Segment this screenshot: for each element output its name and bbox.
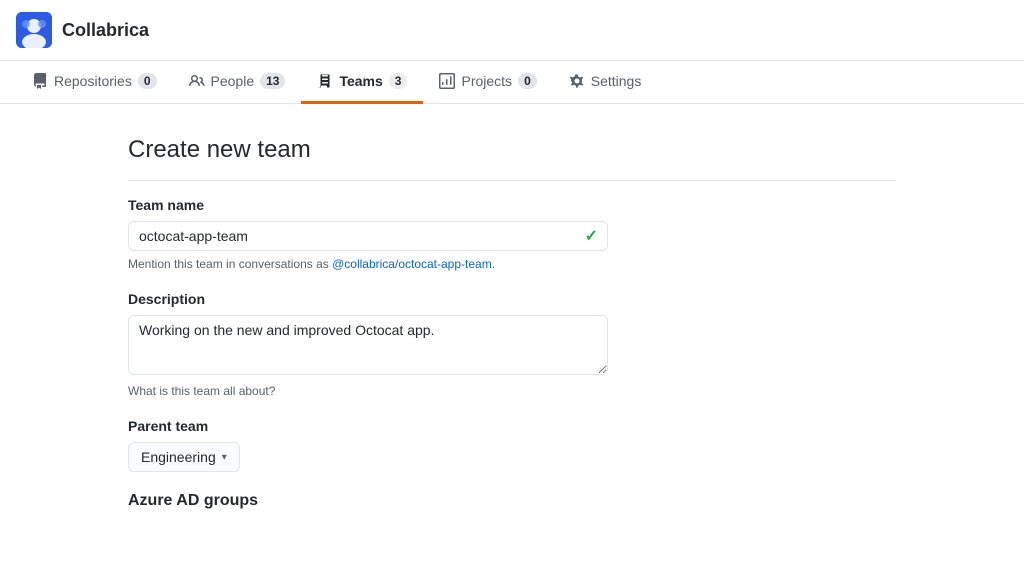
page-title: Create new team (128, 136, 896, 181)
tab-repositories-label: Repositories (54, 73, 132, 89)
team-name-label: Team name (128, 197, 608, 213)
parent-team-group: Parent team Engineering ▾ (128, 418, 608, 472)
description-hint: What is this team all about? (128, 384, 608, 398)
tab-settings[interactable]: Settings (553, 61, 658, 104)
tab-people-count: 13 (260, 73, 285, 89)
main-content: Create new team Team name ✓ Mention this… (112, 104, 912, 562)
description-group: Description Working on the new and impro… (128, 291, 608, 398)
tab-teams-label: Teams (339, 73, 382, 89)
nav-tabs: Repositories 0 People 13 Teams 3 Project… (0, 61, 1024, 104)
team-name-input-wrapper: ✓ (128, 221, 608, 251)
tab-repositories-count: 0 (138, 73, 157, 89)
dropdown-arrow-icon: ▾ (222, 452, 227, 463)
tab-projects-count: 0 (518, 73, 537, 89)
repo-icon (32, 73, 48, 89)
org-name: Collabrica (62, 20, 149, 41)
parent-team-selected: Engineering (141, 449, 216, 465)
parent-team-label: Parent team (128, 418, 608, 434)
team-name-hint: Mention this team in conversations as @c… (128, 257, 608, 271)
team-name-group: Team name ✓ Mention this team in convers… (128, 197, 608, 271)
tab-people-label: People (211, 73, 255, 89)
tab-projects[interactable]: Projects 0 (423, 61, 552, 104)
tab-teams[interactable]: Teams 3 (301, 61, 423, 104)
projects-icon (439, 73, 455, 89)
team-mention: @collabrica/octocat-app-team (332, 257, 492, 271)
azure-ad-group: Azure AD groups (128, 492, 608, 510)
team-name-input[interactable] (128, 221, 608, 251)
tab-repositories[interactable]: Repositories 0 (16, 61, 173, 104)
description-input[interactable]: Working on the new and improved Octocat … (128, 315, 608, 375)
org-header: Collabrica (0, 0, 1024, 61)
gear-icon (569, 73, 585, 89)
tab-teams-count: 3 (389, 73, 408, 89)
teams-icon (317, 73, 333, 89)
tab-people[interactable]: People 13 (173, 61, 302, 104)
parent-team-dropdown[interactable]: Engineering ▾ (128, 442, 240, 472)
tab-projects-label: Projects (461, 73, 512, 89)
azure-ad-heading: Azure AD groups (128, 492, 608, 510)
checkmark-icon: ✓ (585, 226, 598, 246)
org-avatar (16, 12, 52, 48)
tab-settings-label: Settings (591, 73, 642, 89)
people-icon (189, 73, 205, 89)
description-label: Description (128, 291, 608, 307)
